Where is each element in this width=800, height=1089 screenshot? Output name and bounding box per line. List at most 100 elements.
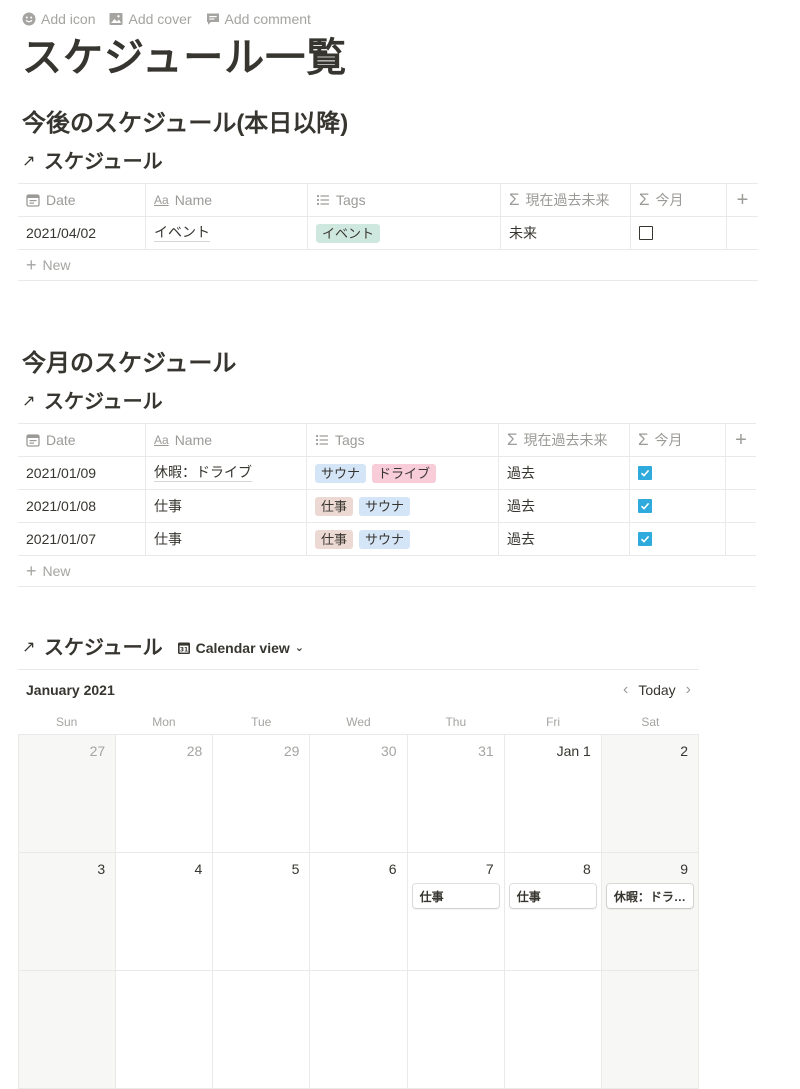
link-arrow-icon: ↗ <box>22 153 36 170</box>
plus-icon: + <box>26 560 37 581</box>
add-cover-button[interactable]: Add cover <box>109 11 192 27</box>
status-cell: 過去 <box>499 457 630 489</box>
tags-cell[interactable]: イベント <box>308 217 501 249</box>
calendar-day[interactable]: 31 <box>407 735 505 853</box>
section-heading-this-month: 今月のスケジュール <box>22 350 237 377</box>
calendar-event-card[interactable]: 仕事 <box>509 884 596 908</box>
linked-db-title-this-month[interactable]: ↗ スケジュール <box>22 389 163 415</box>
new-row-button[interactable]: + New <box>18 556 756 587</box>
column-date[interactable]: Date <box>18 424 146 456</box>
add-column-button[interactable]: + <box>726 424 756 456</box>
calendar-day[interactable]: 8 仕事 <box>504 853 602 971</box>
table-row[interactable]: 2021/01/07 仕事 仕事 サウナ 過去 <box>18 523 756 556</box>
calendar-day[interactable]: 29 <box>213 735 311 853</box>
column-this-month[interactable]: Σ 今月 <box>631 184 727 216</box>
chevron-right-icon[interactable]: › <box>686 681 691 699</box>
formula-sigma-icon: Σ <box>639 190 650 209</box>
date-cell[interactable]: 2021/04/02 <box>18 217 146 249</box>
add-column-button[interactable]: + <box>727 184 758 216</box>
date-cell[interactable]: 2021/01/09 <box>18 457 146 489</box>
day-number: 7 <box>485 861 494 877</box>
row-name[interactable]: 仕事 <box>154 531 182 548</box>
column-name[interactable]: Aa Name <box>146 184 308 216</box>
calendar-day[interactable]: 2 <box>601 735 699 853</box>
calendar-day[interactable]: 30 <box>310 735 408 853</box>
day-number: 31 <box>478 743 494 759</box>
calendar-grid: 27 28 29 30 31 Jan 1 2 3 4 5 6 7 仕事 8 仕事… <box>18 734 699 1089</box>
calendar-day[interactable] <box>407 971 505 1089</box>
day-number: 2 <box>680 743 688 759</box>
row-name[interactable]: イベント <box>154 224 210 242</box>
calendar-day[interactable]: 7 仕事 <box>407 853 505 971</box>
check-icon <box>640 535 650 543</box>
check-icon <box>640 469 650 477</box>
column-name[interactable]: Aa Name <box>146 424 307 456</box>
new-label: New <box>42 257 71 273</box>
tag-work: 仕事 <box>315 529 354 549</box>
column-status-label: 現在過去未来 <box>523 432 608 448</box>
calendar-day[interactable] <box>19 971 117 1089</box>
formula-sigma-icon: Σ <box>638 430 649 449</box>
calendar-day[interactable]: Jan 1 <box>504 735 602 853</box>
column-name-label: Name <box>174 432 213 448</box>
table-row[interactable]: 2021/01/09 休暇：ドライブ サウナ ドライブ 過去 <box>18 457 756 490</box>
tags-cell[interactable]: サウナ ドライブ <box>307 457 499 489</box>
add-icon-label: Add icon <box>41 11 96 27</box>
row-name[interactable]: 仕事 <box>154 498 182 515</box>
calendar-day[interactable] <box>504 971 602 1089</box>
calendar-day[interactable]: 5 <box>213 853 311 971</box>
column-status[interactable]: Σ 現在過去未来 <box>501 184 631 216</box>
column-date[interactable]: Date <box>18 184 146 216</box>
calendar-view-selector[interactable]: 31 Calendar view ⌄ <box>177 635 304 661</box>
calendar-day[interactable] <box>116 971 214 1089</box>
calendar-event-card[interactable]: 休暇：ドラ… <box>606 884 693 908</box>
list-icon <box>316 194 329 206</box>
checkbox-checked <box>638 466 652 480</box>
tags-cell[interactable]: 仕事 サウナ <box>307 523 499 555</box>
name-cell[interactable]: イベント <box>146 217 308 249</box>
calendar-day[interactable]: 3 <box>19 853 117 971</box>
db-title[interactable]: スケジュール <box>44 635 163 661</box>
name-cell[interactable]: 仕事 <box>146 490 307 522</box>
calendar-day[interactable]: 6 <box>310 853 408 971</box>
empty-cell <box>726 457 756 489</box>
calendar-day[interactable] <box>213 971 311 1089</box>
calendar-day[interactable] <box>310 971 408 1089</box>
list-icon <box>315 434 328 446</box>
calendar-icon <box>26 434 40 447</box>
calendar-day[interactable]: 9 休暇：ドラ… <box>601 853 699 971</box>
calendar-header: January 2021 ‹ Today › <box>18 670 699 710</box>
table-header: Date Aa Name Tags Σ 現在過去未来 Σ 今月 + <box>18 424 756 457</box>
empty-cell <box>726 490 756 522</box>
calendar-view-label: Calendar view <box>195 640 290 656</box>
chevron-left-icon[interactable]: ‹ <box>623 681 628 699</box>
name-cell[interactable]: 仕事 <box>146 523 307 555</box>
tags-cell[interactable]: 仕事 サウナ <box>307 490 499 522</box>
column-this-month[interactable]: Σ 今月 <box>630 424 726 456</box>
date-cell[interactable]: 2021/01/07 <box>18 523 146 555</box>
calendar-day[interactable]: 28 <box>116 735 214 853</box>
linked-db-title-upcoming[interactable]: ↗ スケジュール <box>22 149 163 175</box>
column-tags[interactable]: Tags <box>307 424 499 456</box>
plus-icon: + <box>26 254 37 275</box>
table-row[interactable]: 2021/01/08 仕事 仕事 サウナ 過去 <box>18 490 756 523</box>
add-icon-button[interactable]: Add icon <box>22 11 95 27</box>
name-cell[interactable]: 休暇：ドライブ <box>146 457 307 489</box>
add-comment-button[interactable]: Add comment <box>206 11 311 27</box>
calendar-day[interactable] <box>601 971 699 1089</box>
row-name[interactable]: 休暇：ドライブ <box>154 464 252 482</box>
checkbox-unchecked <box>639 226 653 240</box>
column-tags[interactable]: Tags <box>308 184 501 216</box>
calendar-day[interactable]: 27 <box>19 735 117 853</box>
chevron-down-icon: ⌄ <box>294 642 304 654</box>
column-status[interactable]: Σ 現在過去未来 <box>499 424 630 456</box>
page-actions: Add icon Add cover Add comment <box>22 11 311 27</box>
calendar-day[interactable]: 4 <box>116 853 214 971</box>
image-icon <box>109 13 123 25</box>
calendar-event-card[interactable]: 仕事 <box>412 884 499 908</box>
today-button[interactable]: Today <box>638 682 675 698</box>
table-row[interactable]: 2021/04/02 イベント イベント 未来 <box>18 217 758 250</box>
date-cell[interactable]: 2021/01/08 <box>18 490 146 522</box>
this-month-cell <box>630 457 726 489</box>
new-row-button[interactable]: + New <box>18 250 758 281</box>
